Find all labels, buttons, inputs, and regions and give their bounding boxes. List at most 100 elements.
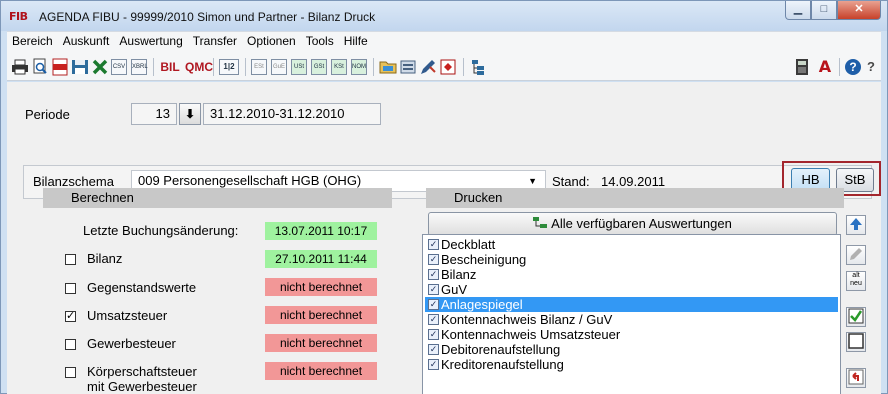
umsatzsteuer-label: Umsatzsteuer: [87, 308, 168, 323]
what-is-this-icon[interactable]: ?: [863, 58, 879, 76]
item-checkbox[interactable]: ✓: [428, 254, 439, 265]
page-range-icon[interactable]: 1|2: [219, 59, 239, 75]
menu-bar: Bereich Auskunft Auswertung Transfer Optione…: [7, 31, 881, 51]
fib-app-icon: FIB: [9, 10, 28, 23]
move-top-button[interactable]: [846, 215, 866, 235]
auswertungen-list[interactable]: ✓ Deckblatt ✓ Bescheinigung ✓ Bilanz ✓ GuV ✓…: [422, 234, 841, 394]
berechnen-header: Berechnen: [43, 188, 392, 208]
menu-auswertung[interactable]: Auswertung: [114, 32, 187, 51]
gue-icon[interactable]: GuE: [271, 59, 287, 75]
check-all-icon: [848, 308, 864, 324]
gewerbesteuer-label: Gewerbesteuer: [87, 336, 176, 351]
koerperschaftsteuer-label-line2: mit Gewerbesteuer: [87, 379, 197, 394]
close-button[interactable]: ✕: [837, 1, 881, 20]
bil-icon[interactable]: BIL: [159, 58, 181, 76]
gegenstandswerte-status: nicht berechnet: [265, 278, 377, 296]
reset-icon: [848, 369, 864, 385]
preview-icon[interactable]: [31, 58, 49, 76]
pen-icon[interactable]: [419, 58, 437, 76]
item-checkbox[interactable]: ✓: [428, 314, 439, 325]
list-item-label: Deckblatt: [441, 237, 496, 252]
list-item[interactable]: ✓ Bescheinigung: [425, 252, 838, 267]
calculator-icon[interactable]: [794, 58, 810, 76]
umsatzsteuer-checkbox[interactable]: ✓: [65, 311, 76, 322]
toolbar-separator: [463, 58, 464, 76]
alle-auswertungen-label: Alle verfügbaren Auswertungen: [551, 216, 732, 231]
nom-icon[interactable]: NOM: [351, 59, 367, 75]
list-item[interactable]: ✓ Kontennachweis Bilanz / GuV: [425, 312, 838, 327]
bilanzschema-label: Bilanzschema: [33, 174, 114, 189]
maximize-button[interactable]: □: [811, 1, 837, 20]
menu-tools[interactable]: Tools: [301, 32, 339, 51]
item-checkbox[interactable]: ✓: [428, 344, 439, 355]
bilanz-checkbox[interactable]: [65, 254, 76, 265]
menu-bereich[interactable]: Bereich: [7, 32, 58, 51]
menu-transfer[interactable]: Transfer: [188, 32, 242, 51]
item-checkbox[interactable]: ✓: [428, 359, 439, 370]
koerperschaftsteuer-checkbox[interactable]: [65, 367, 76, 378]
gst-icon[interactable]: GSt: [311, 59, 327, 75]
toolbar-separator: [153, 58, 154, 76]
printer-icon[interactable]: [11, 58, 29, 76]
folder-icon[interactable]: [379, 58, 397, 76]
list-item[interactable]: ✓ Kreditorenaufstellung: [425, 357, 838, 372]
periode-picker-button[interactable]: ⬇: [179, 103, 201, 125]
alle-auswertungen-button[interactable]: Alle verfügbaren Auswertungen: [428, 212, 837, 236]
menu-optionen[interactable]: Optionen: [242, 32, 301, 51]
list-item-label: Bilanz: [441, 267, 477, 282]
bilanzschema-value: 009 Personengesellschaft HGB (OHG): [138, 173, 362, 188]
list-item-label: Anlagespiegel: [441, 297, 523, 312]
est-icon[interactable]: ESt: [251, 59, 267, 75]
list-item-label: Kontennachweis Bilanz / GuV: [441, 312, 613, 327]
uncheck-all-icon: [848, 333, 864, 349]
toolbar-separator: [213, 58, 214, 76]
list-item-selected[interactable]: ✓ Anlagespiegel: [425, 297, 838, 312]
item-checkbox[interactable]: ✓: [428, 284, 439, 295]
periode-label: Periode: [25, 107, 70, 122]
tree-icon[interactable]: [469, 58, 487, 76]
qmc-icon[interactable]: QMC: [185, 58, 213, 76]
check-icon: ✓: [66, 310, 76, 322]
pdf-icon[interactable]: [51, 58, 69, 76]
menu-auskunft[interactable]: Auskunft: [58, 32, 115, 51]
list-item[interactable]: ✓ Deckblatt: [425, 237, 838, 252]
item-checkbox[interactable]: ✓: [428, 299, 439, 310]
menu-hilfe[interactable]: Hilfe: [339, 32, 373, 51]
db-icon[interactable]: [399, 58, 417, 76]
minimize-button[interactable]: ▁: [785, 1, 811, 20]
item-checkbox[interactable]: ✓: [428, 329, 439, 340]
csv-icon[interactable]: CSV: [111, 59, 127, 75]
gegenstandswerte-label: Gegenstandswerte: [87, 280, 197, 295]
edit-button[interactable]: [846, 245, 866, 265]
list-item[interactable]: ✓ Bilanz: [425, 267, 838, 282]
alt-neu-button[interactable]: alt neu: [846, 271, 866, 291]
uncheck-all-button[interactable]: [846, 332, 866, 352]
item-checkbox[interactable]: ✓: [428, 269, 439, 280]
gegenstandswerte-checkbox[interactable]: [65, 283, 76, 294]
stand-value: 14.09.2011: [601, 174, 666, 189]
reset-button[interactable]: [846, 368, 866, 388]
pdf-stamp-icon[interactable]: [439, 58, 457, 76]
ust-icon[interactable]: USt: [291, 59, 307, 75]
save-icon[interactable]: [71, 58, 89, 76]
arrow-down-icon: ⬇: [184, 107, 196, 121]
check-all-button[interactable]: [846, 307, 866, 327]
toolbar: CSV XBRL BIL QMC 1|2 ESt GuE USt GSt KSt…: [7, 51, 881, 81]
periode-input[interactable]: 13: [131, 103, 177, 125]
move-top-icon: [850, 218, 862, 230]
item-checkbox[interactable]: ✓: [428, 239, 439, 250]
title-bar: FIB AGENDA FIBU - 99999/2010 Simon und P…: [1, 1, 887, 31]
kst-icon[interactable]: KSt: [331, 59, 347, 75]
excel-icon[interactable]: [91, 58, 109, 76]
bilanz-label: Bilanz: [87, 251, 123, 266]
help-icon[interactable]: ?: [845, 59, 861, 75]
application-window: FIB AGENDA FIBU - 99999/2010 Simon und P…: [0, 0, 888, 394]
gewerbesteuer-checkbox[interactable]: [65, 339, 76, 350]
gewerbesteuer-status: nicht berechnet: [265, 334, 377, 352]
koerperschaftsteuer-status: nicht berechnet: [265, 362, 377, 380]
xbrl-icon[interactable]: XBRL: [131, 59, 148, 75]
list-item[interactable]: ✓ GuV: [425, 282, 838, 297]
list-item[interactable]: ✓ Debitorenaufstellung: [425, 342, 838, 357]
list-item[interactable]: ✓ Kontennachweis Umsatzsteuer: [425, 327, 838, 342]
agenda-icon[interactable]: A: [816, 58, 834, 76]
